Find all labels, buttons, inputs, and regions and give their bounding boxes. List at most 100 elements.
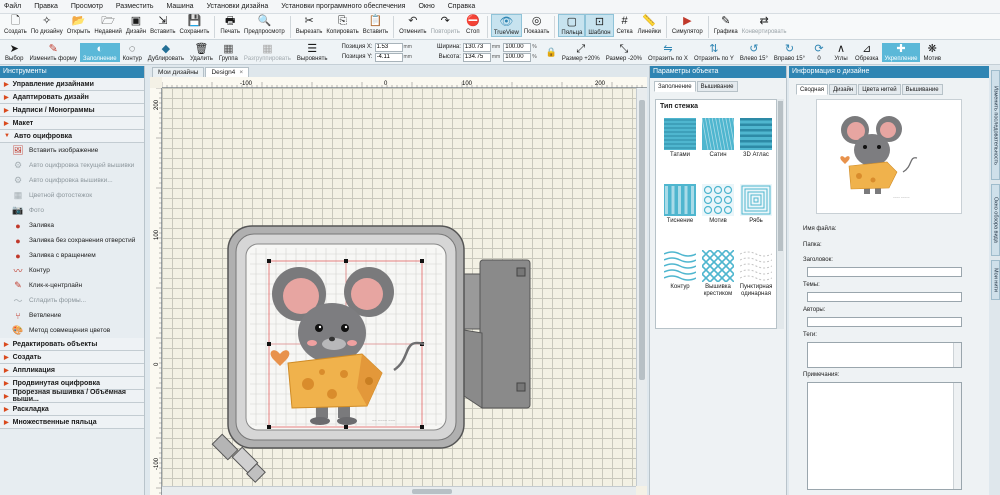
resize-handle[interactable] — [344, 425, 348, 429]
menu-item[interactable]: Машина — [166, 3, 193, 10]
fill-tool-button[interactable]: ◐ Заполнение — [79, 42, 120, 62]
tool-category[interactable]: ▶ Множественные пяльца — [0, 416, 144, 429]
ribbon-button[interactable]: 🔍 Предпросмотр — [242, 14, 287, 35]
tool-category[interactable]: ▶ Надписи / Монограммы — [0, 104, 144, 117]
tool-category[interactable]: ▶ Раскладка — [0, 403, 144, 416]
tab-summary[interactable]: Сводная — [796, 84, 829, 95]
tool-item[interactable]: ⑂ Ветвление — [0, 308, 144, 323]
tool-category[interactable]: ▶ Адаптировать дизайн — [0, 91, 144, 104]
angles-button[interactable]: ∧ Углы — [830, 43, 852, 62]
side-tab-my-threads[interactable]: Мои нити — [991, 260, 1000, 300]
tool-category[interactable]: ▶ Создать — [0, 351, 144, 364]
pos-x-input[interactable] — [374, 42, 403, 52]
resize-handle[interactable] — [267, 425, 271, 429]
vertical-scrollbar[interactable] — [636, 88, 647, 486]
stitch-type-dotted[interactable]: Пунктирная одинарная — [736, 250, 776, 300]
ribbon-button[interactable]: 🖶 Печать — [218, 14, 242, 35]
stitch-type-cross[interactable]: Вышивка крестиком — [698, 250, 738, 300]
ribbon-button[interactable]: 👁 TrueView — [490, 14, 522, 37]
tool-item[interactable]: ⚙ Авто оцифровка текущей вышивки — [0, 158, 144, 173]
stitch-type-scrollbar[interactable] — [777, 99, 784, 329]
ribbon-button[interactable]: ↷ Повторить — [429, 14, 462, 35]
resize-handle[interactable] — [420, 259, 424, 263]
trim-button[interactable]: ⊿ Обрезка — [852, 43, 882, 62]
close-icon[interactable]: × — [239, 69, 243, 76]
menu-item[interactable]: Установки программного обеспечения — [281, 3, 405, 10]
outline-tool-button[interactable]: ◌ Контур — [120, 43, 145, 62]
tool-item[interactable]: 〜 Сгладить формы... — [0, 293, 144, 308]
delete-button[interactable]: 🗑 Удалить — [187, 43, 216, 62]
group-button[interactable]: ▦ Группа — [216, 43, 241, 62]
tool-item[interactable]: 📷 Фото — [0, 203, 144, 218]
tab-fill[interactable]: Заполнение — [654, 81, 696, 92]
tool-item[interactable]: ⚙ Авто оцифровка вышивки... — [0, 173, 144, 188]
ribbon-button[interactable]: ⊡ Шаблон — [585, 14, 614, 37]
tool-category[interactable]: ▼ Авто оцифровка — [0, 130, 144, 143]
height-input[interactable] — [462, 52, 491, 62]
ribbon-button[interactable]: ↶ Отменить — [397, 14, 428, 35]
tool-category[interactable]: ▶ Макет — [0, 117, 144, 130]
rotate-left-button[interactable]: ↺ Влево 15° — [737, 43, 771, 62]
ribbon-button[interactable]: ▣ Дизайн — [124, 14, 148, 35]
tool-category[interactable]: ▶ Аппликация — [0, 364, 144, 377]
resize-handle[interactable] — [267, 259, 271, 263]
tab-thread-colors[interactable]: Цвета нитей — [858, 84, 901, 95]
align-button[interactable]: ☰ Выровнять — [294, 43, 331, 62]
ribbon-button[interactable]: ▢ Пяльца — [558, 14, 586, 37]
size-minus-button[interactable]: ⤡ Размер -20% — [603, 43, 645, 62]
menu-item[interactable]: Просмотр — [71, 3, 103, 10]
ribbon-button[interactable]: 💾 Сохранить — [178, 14, 212, 35]
tool-item[interactable]: 〰 Контур — [0, 263, 144, 278]
side-tab-sequence[interactable]: Изменить последовательность — [991, 70, 1000, 180]
tool-item[interactable]: ▦ Цветной фотостежок — [0, 188, 144, 203]
stitch-type-atlas[interactable]: 3D Атлас — [736, 118, 776, 168]
width-pct-input[interactable] — [503, 42, 532, 52]
ribbon-button[interactable]: ⎘ Копировать — [324, 14, 360, 35]
menu-item[interactable]: Установки дизайна — [207, 3, 269, 10]
rotate-right-button[interactable]: ↻ Вправо 15° — [771, 43, 808, 62]
tool-category[interactable]: ▶ Прорезная вышивка / Объёмная выши... — [0, 389, 144, 403]
ribbon-button[interactable]: ▶ Симулятор — [670, 14, 705, 35]
ungroup-button[interactable]: ▦ Разгруппировать — [241, 43, 294, 62]
notes-scrollbar[interactable] — [953, 383, 961, 489]
duplicate-button[interactable]: ◆ Дублировать — [145, 43, 187, 62]
height-pct-input[interactable] — [503, 52, 532, 62]
motif-button[interactable]: ❋ Мотив — [920, 43, 944, 62]
mirror-y-button[interactable]: ⇅ Отразить по Y — [691, 43, 737, 62]
ribbon-button[interactable]: ⛔ Стоп — [462, 14, 484, 35]
stitch-type-motif[interactable]: Мотив — [698, 184, 738, 234]
reshape-tool-button[interactable]: ✎ Изменить форму — [26, 43, 80, 62]
side-tab-overview[interactable]: Окно обзора вида — [991, 184, 1000, 256]
ribbon-button[interactable]: 📂 Открыть — [65, 14, 93, 35]
tool-item[interactable]: 🖼 Вставить изображение — [0, 143, 144, 158]
tab-embroidery[interactable]: Вышивание — [901, 84, 943, 95]
tab-design[interactable]: Дизайн — [829, 84, 858, 95]
tieins-button[interactable]: ✚ Укрепление — [881, 42, 921, 62]
tab-design4[interactable]: Design4 × — [205, 67, 250, 77]
stitch-type-emboss[interactable]: Тиснение — [660, 184, 700, 234]
ribbon-button[interactable]: 🗋 Создать — [2, 14, 29, 35]
notes-field[interactable] — [807, 382, 962, 490]
menu-item[interactable]: Правка — [34, 3, 58, 10]
pos-y-input[interactable] — [374, 52, 403, 62]
menu-item[interactable]: Разместить — [116, 3, 154, 10]
ribbon-button[interactable]: 📋 Вставить — [361, 14, 390, 35]
resize-handle[interactable] — [344, 259, 348, 263]
design-canvas[interactable]: -100 0 100 200 200 100 0 -100 ~~ ~~~~ ~~… — [150, 77, 647, 495]
width-input[interactable] — [462, 42, 491, 52]
menu-item[interactable]: Справка — [448, 3, 475, 10]
tool-category[interactable]: ▶ Редактировать объекты — [0, 338, 144, 351]
tool-item[interactable]: ● Заливка с вращением — [0, 248, 144, 263]
tool-category[interactable]: ▶ Управление дизайнами — [0, 78, 144, 91]
stitch-type-ripple[interactable]: Рябь — [736, 184, 776, 234]
ribbon-button[interactable]: ✂ Вырезать — [294, 14, 325, 35]
tags-field[interactable] — [807, 342, 962, 368]
tab-stitching[interactable]: Вышивание — [696, 81, 738, 92]
ribbon-button[interactable]: ◎ Показать — [522, 14, 552, 35]
tool-item[interactable]: 🎨 Метод совмещения цветов — [0, 323, 144, 338]
tool-item[interactable]: ● Заливка — [0, 218, 144, 233]
ribbon-button[interactable]: ✎ Графика — [712, 14, 740, 35]
lock-icon[interactable]: 🔒 — [546, 47, 557, 58]
tool-item[interactable]: ● Заливка без сохранения отверстий — [0, 233, 144, 248]
tab-my-designs[interactable]: Мои дизайны — [152, 67, 205, 77]
